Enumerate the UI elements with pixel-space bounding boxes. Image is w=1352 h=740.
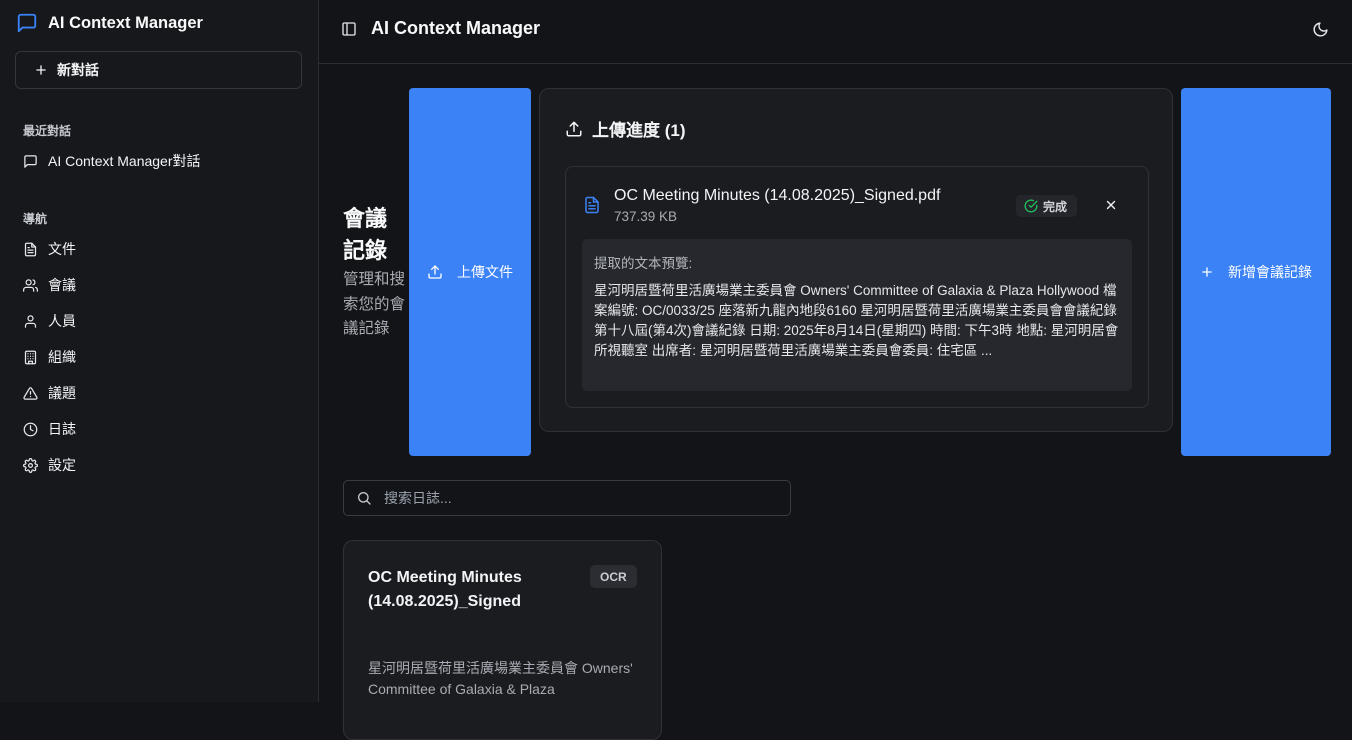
page-description: 管理和搜索您的會議記錄 (343, 271, 406, 337)
new-chat-label: 新對話 (57, 62, 99, 78)
file-size: 737.39 KB (614, 209, 678, 224)
upload-progress-title: 上傳進度 (1) (592, 121, 686, 140)
sidebar-item-label: 人員 (48, 313, 76, 329)
sidebar-item-label: 文件 (48, 241, 76, 257)
sidebar-item-issues[interactable]: 議題 (23, 382, 303, 404)
preview-text: 星河明居暨荷里活廣場業主委員會 Owners' Committee of Gal… (594, 283, 1119, 358)
settings-icon (23, 457, 38, 473)
sidebar-item-settings[interactable]: 設定 (23, 454, 303, 476)
upload-icon (427, 264, 443, 280)
clock-icon (23, 422, 38, 437)
search-input[interactable] (384, 490, 764, 506)
user-icon (23, 314, 38, 329)
recent-chat-label: AI Context Manager對話 (48, 153, 201, 169)
new-chat-button[interactable]: 新對話 (15, 51, 302, 89)
upload-icon (565, 120, 583, 138)
sidebar-item-label: 會議 (48, 277, 76, 293)
message-square-icon (16, 12, 38, 34)
file-name: OC Meeting Minutes (14.08.2025)_Signed.p… (614, 187, 941, 204)
file-text-icon (23, 242, 38, 257)
status-label: 完成 (1043, 199, 1068, 214)
log-card-excerpt: 星河明居暨荷里活廣場業主委員會 Owners' Committee of Gal… (368, 660, 633, 697)
file-text-icon (583, 195, 601, 215)
recent-section-label: 最近對話 (23, 124, 72, 138)
upload-file-button[interactable]: 上傳文件 (409, 88, 531, 456)
sidebar-item-logs[interactable]: 日誌 (23, 418, 303, 440)
check-circle-icon (1024, 199, 1038, 213)
close-icon[interactable] (1104, 198, 1118, 212)
preview-label: 提取的文本預覽: (594, 256, 693, 271)
search-icon (356, 490, 372, 506)
sidebar-item-meetings[interactable]: 會議 (23, 274, 303, 296)
plus-icon (1200, 265, 1214, 279)
add-meeting-record-label: 新增會議記錄 (1228, 264, 1312, 280)
sidebar-item-organizations[interactable]: 組織 (23, 346, 303, 368)
header-title: AI Context Manager (371, 18, 541, 38)
alert-triangle-icon (23, 386, 38, 401)
page-title: 會議記錄 (343, 206, 388, 263)
upload-file-label: 上傳文件 (457, 264, 513, 280)
add-meeting-record-button[interactable]: 新增會議記錄 (1181, 88, 1331, 456)
sidebar-item-documents[interactable]: 文件 (23, 238, 303, 260)
sidebar-item-label: 日誌 (48, 421, 76, 437)
sidebar-item-label: 組織 (48, 349, 76, 365)
users-icon (23, 278, 38, 293)
sidebar-item-people[interactable]: 人員 (23, 310, 303, 332)
message-icon (23, 154, 38, 169)
sidebar-item-label: 設定 (48, 457, 76, 473)
top-bar: AI Context Manager (319, 0, 1352, 64)
theme-toggle-moon-icon[interactable] (1312, 21, 1329, 38)
recent-chat-item[interactable]: AI Context Manager對話 (23, 150, 303, 172)
upload-file-item: OC Meeting Minutes (14.08.2025)_Signed.p… (565, 166, 1149, 408)
sidebar-toggle-icon[interactable] (341, 21, 357, 37)
app-name: AI Context Manager (48, 13, 203, 32)
building-icon (23, 350, 38, 365)
log-card[interactable]: OC Meeting Minutes (14.08.2025)_Signed O… (343, 540, 662, 740)
sidebar-item-label: 議題 (48, 385, 76, 401)
upload-progress-heading: 上傳進度 (1) (565, 116, 686, 141)
nav-section-label: 導航 (23, 212, 48, 226)
plus-icon (34, 63, 48, 77)
search-box (343, 480, 791, 516)
status-badge: 完成 (1016, 195, 1078, 217)
text-preview-box: 提取的文本預覽: 星河明居暨荷里活廣場業主委員會 Owners' Committ… (582, 239, 1132, 391)
log-card-title: OC Meeting Minutes (14.08.2025)_Signed (368, 569, 522, 610)
upload-progress-card: 上傳進度 (1) OC Meeting Minutes (14.08.2025)… (539, 88, 1173, 432)
sidebar: AI Context Manager 新對話 最近對話 AI Context M… (0, 0, 319, 702)
ocr-badge: OCR (590, 565, 637, 588)
brand[interactable]: AI Context Manager (16, 12, 203, 34)
